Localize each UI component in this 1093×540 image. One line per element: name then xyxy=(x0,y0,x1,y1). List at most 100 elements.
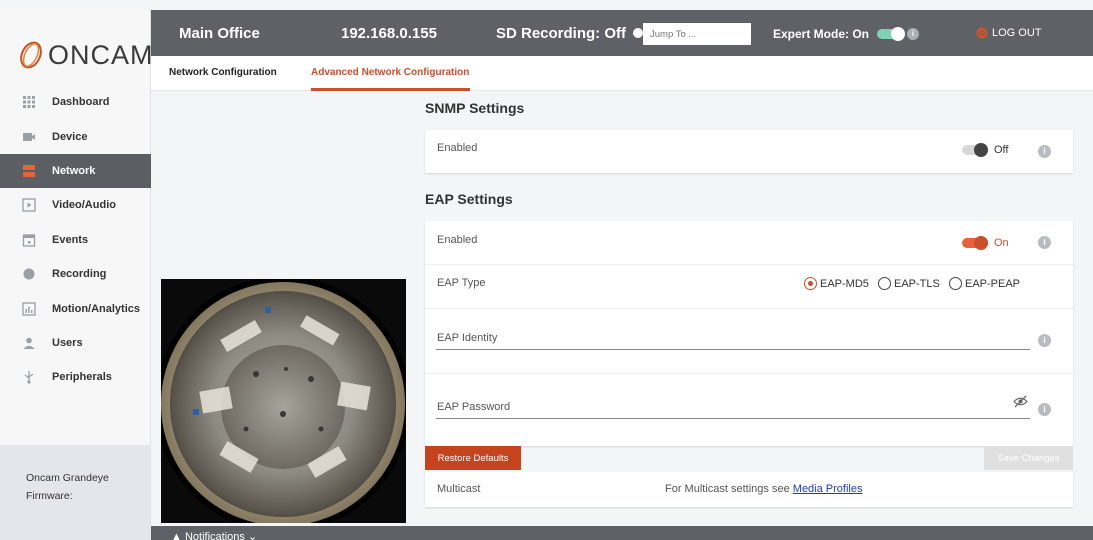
sd-recording-status: SD Recording: Off xyxy=(496,25,644,42)
logo-text: ONCAM xyxy=(48,39,154,70)
multicast-info-text: For Multicast settings see xyxy=(665,483,790,495)
eap-password-label: EAP Password xyxy=(437,401,511,413)
toggle-knob xyxy=(974,236,988,250)
eap-identity-input[interactable] xyxy=(436,349,1030,350)
eap-type-label: EAP Type xyxy=(437,277,486,289)
save-changes-button[interactable]: Save Changes xyxy=(984,446,1073,470)
oncam-logo-icon xyxy=(20,41,42,69)
notifications-bar[interactable]: ▲ Notifications ⌄ xyxy=(151,526,1093,540)
sd-recording-label: SD Recording: Off xyxy=(496,25,626,42)
calendar-icon xyxy=(22,233,36,247)
usb-icon xyxy=(22,370,36,384)
toggle-track xyxy=(962,236,988,250)
device-ip: 192.168.0.155 xyxy=(341,25,437,42)
sidebar-item-recording[interactable]: Recording xyxy=(0,257,151,291)
sidebar-item-label: Events xyxy=(52,233,89,246)
sidebar-item-events[interactable]: Events xyxy=(0,223,151,257)
snmp-state-label: Off xyxy=(994,144,1009,156)
logo: ONCAM xyxy=(18,40,154,70)
firmware-info: Oncam Grandeye Firmware: xyxy=(0,445,151,540)
divider xyxy=(425,308,1073,309)
sidebar-item-label: Recording xyxy=(52,268,107,281)
top-bar: Main Office 192.168.0.155 SD Recording: … xyxy=(151,10,1093,56)
tab-network-configuration[interactable]: Network Configuration xyxy=(169,67,277,78)
radio-eap-peap[interactable]: EAP-PEAP xyxy=(949,277,1020,290)
firmware-product-label: Oncam Grandeye xyxy=(26,472,109,484)
sidebar-item-label: Network xyxy=(52,164,96,177)
status-dot-icon xyxy=(633,28,644,38)
radio-label: EAP-TLS xyxy=(894,277,940,290)
sidebar-item-motion-analytics[interactable]: Motion/Analytics xyxy=(0,291,151,325)
chevron-down-icon: ⌄ xyxy=(247,531,258,540)
toggle-knob xyxy=(891,27,906,41)
eap-identity-label: EAP Identity xyxy=(437,332,498,344)
sidebar-item-label: Peripherals xyxy=(52,371,112,384)
sidebar-item-label: Motion/Analytics xyxy=(52,302,141,315)
radio-selected-icon xyxy=(804,277,817,290)
logout-button[interactable]: LOG OUT xyxy=(976,27,1042,39)
eap-state-label: On xyxy=(994,237,1009,249)
sidebar-item-label: Users xyxy=(52,336,83,349)
tab-bar: Network Configuration Advanced Network C… xyxy=(151,56,1093,91)
camera-icon xyxy=(22,130,36,144)
active-tab-indicator xyxy=(311,88,470,91)
expert-mode-label: Expert Mode: On xyxy=(773,27,870,41)
sidebar-item-video-audio[interactable]: Video/Audio xyxy=(0,188,151,222)
sidebar-item-users[interactable]: Users xyxy=(0,326,151,360)
eap-enabled-toggle[interactable]: On xyxy=(962,236,1009,250)
sidebar-item-network[interactable]: Network xyxy=(0,153,151,189)
expert-mode-toggle[interactable] xyxy=(877,27,906,41)
sidebar-item-peripherals[interactable]: Peripherals xyxy=(0,360,151,394)
jump-to-input[interactable] xyxy=(643,23,751,45)
user-icon xyxy=(22,336,36,350)
eap-card: Enabled On i EAP Type EAP-MD5 EAP-TLS EA… xyxy=(425,221,1073,446)
notifications-label: Notifications xyxy=(184,531,245,540)
sidebar: ONCAM Dashboard Device Network Video/Aud… xyxy=(0,10,154,540)
info-icon[interactable]: i xyxy=(907,28,920,40)
sidebar-nav: Dashboard Device Network Video/Audio Eve… xyxy=(0,85,151,395)
info-icon[interactable]: i xyxy=(1038,236,1051,249)
eap-section-title: EAP Settings xyxy=(425,191,513,207)
sidebar-item-dashboard[interactable]: Dashboard xyxy=(0,85,151,119)
tab-advanced-network-configuration[interactable]: Advanced Network Configuration xyxy=(311,67,469,78)
record-icon xyxy=(22,267,36,281)
restore-defaults-button[interactable]: Restore Defaults xyxy=(425,446,521,470)
snmp-card: Enabled Off i xyxy=(425,130,1073,173)
radio-label: EAP-MD5 xyxy=(820,277,869,290)
snmp-enabled-label: Enabled xyxy=(437,142,478,154)
fisheye-image xyxy=(161,279,406,523)
sidebar-item-label: Dashboard xyxy=(52,96,110,109)
radio-eap-tls[interactable]: EAP-TLS xyxy=(878,277,940,290)
snmp-section-title: SNMP Settings xyxy=(425,100,525,116)
info-icon[interactable]: i xyxy=(1038,334,1051,347)
divider xyxy=(425,264,1073,265)
info-icon[interactable]: i xyxy=(1038,145,1051,158)
network-icon xyxy=(22,164,36,178)
eap-password-input[interactable] xyxy=(436,418,1030,419)
toggle-track xyxy=(962,143,988,157)
multicast-info: For Multicast settings see Media Profile… xyxy=(665,483,862,495)
multicast-label: Multicast xyxy=(437,483,481,495)
snmp-enabled-toggle[interactable]: Off xyxy=(962,143,1009,157)
radio-eap-md5[interactable]: EAP-MD5 xyxy=(804,277,869,290)
firmware-label: Firmware: xyxy=(26,490,73,502)
radio-label: EAP-PEAP xyxy=(965,277,1021,290)
eye-hidden-icon[interactable] xyxy=(1013,395,1028,408)
media-profiles-link[interactable]: Media Profiles xyxy=(793,483,863,495)
radio-unselected-icon xyxy=(878,277,891,290)
camera-preview xyxy=(161,279,406,523)
chart-icon xyxy=(22,301,36,316)
power-icon xyxy=(976,27,988,39)
sidebar-item-device[interactable]: Device xyxy=(0,119,151,153)
grid-icon xyxy=(22,95,36,109)
bell-icon: ▲ xyxy=(171,531,182,540)
radio-unselected-icon xyxy=(949,277,962,290)
play-icon xyxy=(22,198,36,213)
location-name: Main Office xyxy=(179,25,260,42)
sidebar-item-label: Device xyxy=(52,130,88,143)
page: ONCAM Dashboard Device Network Video/Aud… xyxy=(0,0,1093,540)
eap-enabled-label: Enabled xyxy=(437,234,478,246)
sidebar-item-label: Video/Audio xyxy=(52,199,116,212)
multicast-card: Multicast For Multicast settings see Med… xyxy=(425,472,1073,507)
info-icon[interactable]: i xyxy=(1038,403,1051,416)
